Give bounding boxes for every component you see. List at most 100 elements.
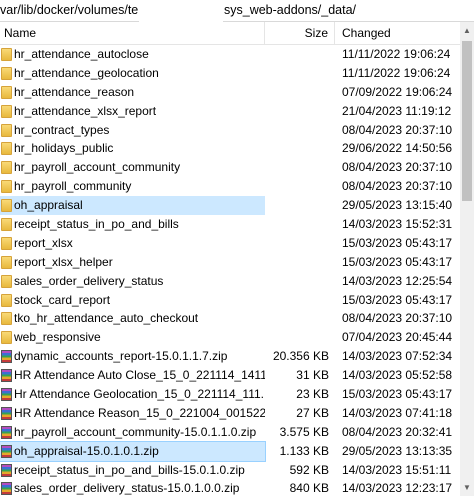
file-size: 27 KB — [296, 405, 329, 420]
file-size: 1.133 KB — [279, 443, 329, 458]
file-changed: 14/03/2023 05:52:58 — [342, 368, 453, 383]
list-item[interactable]: Hr Attendance Geolocation_15_0_221114_11… — [0, 385, 460, 404]
file-size: 31 KB — [296, 368, 329, 383]
name-cell[interactable]: hr_payroll_account_community-15.0.1.1.0.… — [0, 423, 265, 442]
file-changed: 11/11/2022 19:06:24 — [342, 47, 451, 61]
list-item[interactable]: hr_contract_types 08/04/2023 20:37:10 — [0, 121, 460, 140]
name-cell[interactable]: hr_payroll_community — [0, 177, 265, 196]
name-cell[interactable]: HR Attendance Reason_15_0_221004_001522.… — [0, 404, 265, 423]
file-name: hr_contract_types — [14, 122, 110, 137]
list-item[interactable]: oh_appraisal 29/05/2023 13:15:40 — [0, 196, 460, 216]
column-header: Name Size Changed — [0, 22, 460, 45]
name-cell[interactable]: sales_order_delivery_status-15.0.1.0.0.z… — [0, 479, 265, 498]
name-cell[interactable]: hr_attendance_reason — [0, 83, 265, 102]
list-item[interactable]: receipt_status_in_po_and_bills 14/03/2023… — [0, 215, 460, 234]
name-cell[interactable]: report_xlsx_helper — [0, 253, 265, 272]
name-cell[interactable]: oh_appraisal — [0, 196, 265, 216]
column-header-name[interactable]: Name — [0, 22, 265, 44]
list-item[interactable]: tko_hr_attendance_auto_checkout 08/04/202… — [0, 309, 460, 328]
file-name: report_xlsx_helper — [14, 254, 113, 269]
name-cell[interactable]: dynamic_accounts_report-15.0.1.1.7.zip — [0, 347, 265, 366]
file-name: sales_order_delivery_status — [14, 273, 164, 288]
name-cell[interactable]: tko_hr_attendance_auto_checkout — [0, 309, 265, 328]
name-cell[interactable]: web_responsive — [0, 328, 265, 347]
list-item[interactable]: HR Attendance Reason_15_0_221004_001522.… — [0, 404, 460, 423]
list-item[interactable]: receipt_status_in_po_and_bills-15.0.1.0.… — [0, 461, 460, 480]
vertical-scrollbar[interactable]: ▲ ▼ — [460, 22, 474, 496]
list-item[interactable]: report_xlsx_helper 15/03/2023 05:43:17 — [0, 253, 460, 272]
name-cell[interactable]: hr_attendance_xlsx_report — [0, 102, 265, 121]
name-cell[interactable]: hr_holidays_public — [0, 139, 265, 158]
path-bar[interactable]: var/lib/docker/volumes/te sys_web-addons… — [0, 0, 474, 22]
name-cell[interactable]: sales_order_delivery_status — [0, 272, 265, 291]
scroll-down-arrow-icon[interactable]: ▼ — [460, 479, 474, 496]
list-item[interactable]: hr_payroll_community 08/04/2023 20:37:10 — [0, 177, 460, 196]
list-item[interactable]: sales_order_delivery_status-15.0.1.0.0.z… — [0, 479, 460, 498]
name-cell[interactable]: oh_appraisal-15.0.1.0.1.zip — [0, 440, 266, 462]
list-item[interactable]: report_xlsx 15/03/2023 05:43:17 — [0, 234, 460, 253]
zip-icon — [1, 463, 12, 477]
list-item[interactable]: hr_payroll_account_community-15.0.1.1.0.… — [0, 423, 460, 442]
scroll-up-arrow-icon[interactable]: ▲ — [460, 22, 474, 39]
file-changed: 15/03/2023 05:43:17 — [342, 292, 453, 307]
file-name: tko_hr_attendance_auto_checkout — [14, 311, 199, 326]
list-item[interactable]: HR Attendance Auto Close_15_0_221114_141… — [0, 366, 460, 385]
folder-icon — [1, 312, 12, 326]
file-name: hr_payroll_account_community-15.0.1.1.0.… — [14, 424, 257, 439]
list-item[interactable]: hr_holidays_public 29/06/2022 14:50:56 — [0, 139, 460, 158]
file-changed: 29/05/2023 13:13:35 — [342, 443, 453, 458]
list-item[interactable]: dynamic_accounts_report-15.0.1.1.7.zip 20… — [0, 347, 460, 366]
name-cell[interactable]: receipt_status_in_po_and_bills-15.0.1.0.… — [0, 461, 265, 480]
folder-icon — [1, 66, 12, 80]
folder-icon — [1, 255, 12, 269]
folder-icon — [1, 85, 12, 99]
list-item[interactable]: oh_appraisal-15.0.1.0.1.zip 1.133 KB 29/05… — [0, 440, 460, 462]
file-changed: 14/03/2023 12:25:54 — [342, 273, 453, 288]
file-name: receipt_status_in_po_and_bills — [14, 217, 179, 232]
list-item[interactable]: hr_attendance_reason 07/09/2022 19:06:24 — [0, 83, 460, 102]
redacted-region — [139, 0, 223, 22]
list-item[interactable]: sales_order_delivery_status 14/03/2023 12… — [0, 272, 460, 291]
folder-icon — [1, 104, 12, 118]
name-cell[interactable]: hr_attendance_autoclose — [0, 45, 265, 64]
file-changed: 07/09/2022 19:06:24 — [342, 84, 453, 99]
file-changed: 08/04/2023 20:32:41 — [342, 424, 453, 439]
name-cell[interactable]: hr_attendance_geolocation — [0, 64, 265, 83]
file-changed: 08/04/2023 20:37:10 — [342, 179, 453, 194]
file-size: 20.356 KB — [272, 349, 329, 364]
list-item[interactable]: stock_card_report 15/03/2023 05:43:17 — [0, 291, 460, 310]
folder-icon — [1, 331, 12, 345]
name-cell[interactable]: HR Attendance Auto Close_15_0_221114_141… — [0, 366, 265, 385]
file-changed: 15/03/2023 05:43:17 — [342, 254, 453, 269]
file-name: dynamic_accounts_report-15.0.1.1.7.zip — [14, 349, 228, 364]
file-name: oh_appraisal — [14, 198, 83, 213]
folder-icon — [1, 218, 12, 232]
file-name: hr_attendance_xlsx_report — [14, 103, 157, 118]
list-item[interactable]: hr_attendance_autoclose 11/11/2022 19:06:… — [0, 45, 460, 64]
file-changed: 15/03/2023 05:43:17 — [342, 235, 453, 250]
name-cell[interactable]: receipt_status_in_po_and_bills — [0, 215, 265, 234]
list-item[interactable]: hr_attendance_geolocation 11/11/2022 19:0… — [0, 64, 460, 83]
list-item[interactable]: hr_payroll_account_community 08/04/2023 2… — [0, 158, 460, 177]
column-header-changed[interactable]: Changed — [335, 22, 460, 44]
file-name: HR Attendance Reason_15_0_221004_001522.… — [14, 405, 265, 420]
list-item[interactable]: hr_attendance_xlsx_report 21/04/2023 11:1… — [0, 102, 460, 121]
list-item[interactable]: web_responsive 07/04/2023 20:45:44 — [0, 328, 460, 347]
folder-icon — [1, 142, 12, 156]
zip-icon — [1, 388, 12, 402]
name-cell[interactable]: hr_contract_types — [0, 121, 265, 140]
name-cell[interactable]: stock_card_report — [0, 291, 265, 310]
folder-icon — [1, 199, 12, 213]
folder-icon — [1, 236, 12, 250]
file-changed: 08/04/2023 20:37:10 — [342, 160, 453, 175]
file-changed: 21/04/2023 11:19:12 — [342, 103, 452, 118]
name-cell[interactable]: hr_payroll_account_community — [0, 158, 265, 177]
name-cell[interactable]: report_xlsx — [0, 234, 265, 253]
zip-icon — [1, 350, 12, 364]
name-cell[interactable]: Hr Attendance Geolocation_15_0_221114_11… — [0, 385, 265, 404]
scrollbar-thumb[interactable] — [462, 41, 472, 201]
column-header-size[interactable]: Size — [265, 22, 335, 44]
file-changed: 07/04/2023 20:45:44 — [342, 330, 453, 345]
folder-icon — [1, 48, 12, 61]
file-name: hr_holidays_public — [14, 141, 114, 156]
